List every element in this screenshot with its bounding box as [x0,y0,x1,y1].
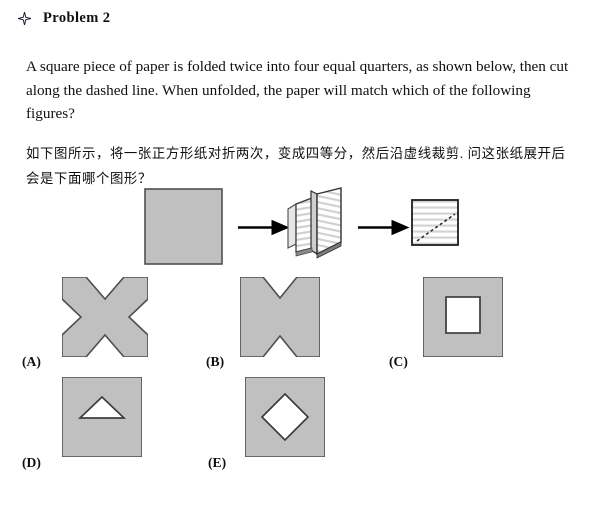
choice-c-figure [423,277,503,357]
choice-a-figure [62,277,148,357]
diagram-step-folded-quarter-with-cut [411,199,459,246]
choice-c-label: (C) [389,354,408,369]
problem-header: Problem 2 [18,10,110,27]
choice-b-figure [240,277,320,357]
diagram-step-folded-paper-open [287,187,342,259]
choice-a-label: (A) [22,354,41,369]
page-title: Problem 2 [43,10,111,26]
fold-sequence-diagram [0,182,593,274]
answer-choices: (A) (B) (C) (D) (E) [0,272,593,482]
choice-d-figure [62,377,142,457]
choice-e-figure [245,377,325,457]
fold-sequence-svg [144,187,459,265]
question-text-english: A square piece of paper is folded twice … [26,58,569,123]
choice-d-label: (D) [22,455,41,470]
diagram-step-unfolded-square [144,188,223,265]
choice-b-label: (B) [206,354,225,369]
choice-e-label: (E) [208,455,227,470]
problem-page: Problem 2 A square piece of paper is fol… [0,0,593,511]
four-pointed-star-icon [18,12,31,25]
